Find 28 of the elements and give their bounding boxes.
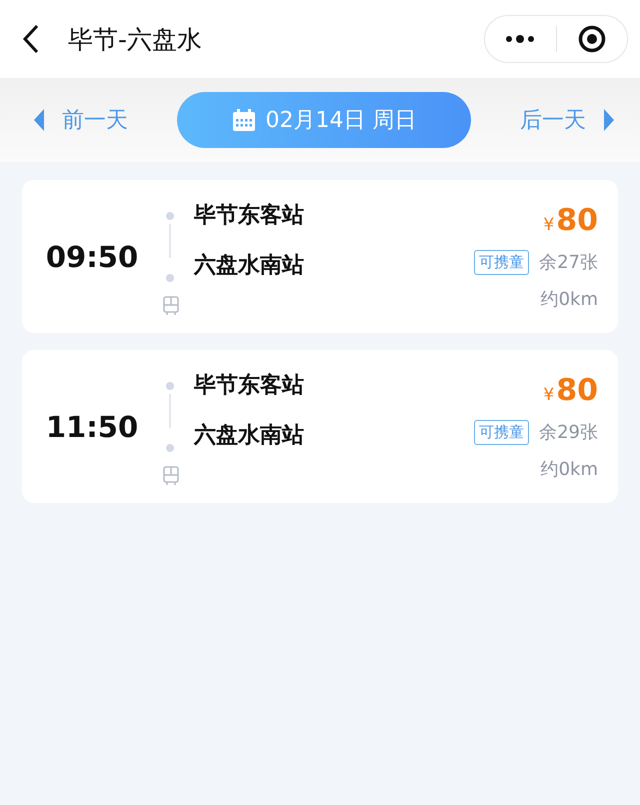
origin-station: 毕节东客站 <box>194 372 304 400</box>
bus-icon <box>162 296 180 316</box>
origin-station: 毕节东客站 <box>194 202 304 230</box>
departure-time: 11:50 <box>46 410 138 444</box>
target-icon <box>578 25 606 53</box>
date-button[interactable]: 02月14日 周日 <box>177 92 471 148</box>
page-title: 毕节-六盘水 <box>68 24 204 56</box>
seats-left: 余27张 <box>539 251 598 274</box>
left-triangle-icon <box>34 109 44 131</box>
distance: 约0km <box>540 288 598 310</box>
price: ¥80 <box>543 202 598 238</box>
destination-station: 六盘水南站 <box>194 422 304 450</box>
previous-day-link[interactable]: 前一天 <box>34 105 128 135</box>
bus-icon <box>162 466 180 486</box>
distance: 约0km <box>540 458 598 480</box>
departure-time: 09:50 <box>46 240 138 274</box>
more-icon <box>505 34 536 44</box>
back-icon[interactable] <box>22 24 40 54</box>
destination-station: 六盘水南站 <box>194 252 304 280</box>
right-triangle-icon <box>604 109 614 131</box>
price: ¥80 <box>543 372 598 408</box>
trip-card[interactable]: 09:50 毕节东客站 六盘水南站 ¥80 可携童 余27张 约0km <box>22 180 618 333</box>
calendar-icon <box>232 108 256 132</box>
next-day-link[interactable]: 后一天 <box>520 105 614 135</box>
trip-card[interactable]: 11:50 毕节东客站 六盘水南站 ¥80 可携童 余29张 约0km <box>22 350 618 503</box>
child-tag: 可携童 <box>474 420 530 444</box>
child-tag: 可携童 <box>474 250 530 274</box>
seats-left: 余29张 <box>539 421 598 444</box>
